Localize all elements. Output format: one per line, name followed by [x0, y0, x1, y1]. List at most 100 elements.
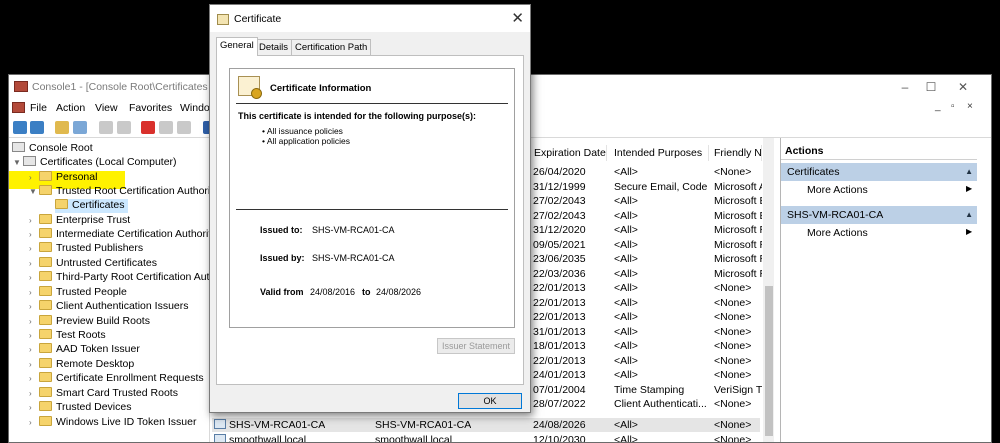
inner-restore-button[interactable]: ▫ [951, 101, 955, 112]
row-expiration[interactable]: 26/04/2020 [533, 166, 586, 180]
actions-section-certificates[interactable]: Certificates ▲ [781, 163, 977, 181]
tree-certificates-selected[interactable]: Certificates [55, 199, 128, 213]
up-folder-icon[interactable] [55, 121, 69, 134]
menu-window[interactable]: Windo [180, 102, 210, 114]
inner-close-button[interactable]: × [967, 101, 973, 112]
chevron-down-icon[interactable]: ▼ [29, 187, 39, 196]
tree-certificates-local-computer[interactable]: ▼ Certificates (Local Computer) [13, 156, 177, 170]
copy-icon[interactable] [99, 121, 113, 134]
chevron-right-icon[interactable]: › [29, 273, 39, 282]
column-header-expiration[interactable]: Expiration Date [530, 145, 607, 161]
back-arrow-icon[interactable] [13, 121, 27, 134]
tree-item[interactable]: › Trusted Devices [29, 401, 131, 415]
export-list-icon[interactable] [177, 121, 191, 134]
tab-details[interactable]: Details [255, 39, 293, 55]
tab-certification-path[interactable]: Certification Path [291, 39, 372, 55]
chevron-right-icon[interactable]: › [29, 345, 39, 354]
tree-item[interactable]: › Preview Build Roots [29, 315, 150, 329]
menu-action[interactable]: Action [56, 102, 85, 114]
row-purposes: <All> [614, 209, 638, 222]
issued-by-value: SHS-VM-RCA01-CA [312, 253, 395, 263]
row-purposes: <All> [614, 224, 638, 236]
chevron-right-icon[interactable]: › [29, 389, 39, 398]
chevron-right-icon[interactable]: › [29, 244, 39, 253]
tree-item[interactable]: › Certificate Enrollment Requests [29, 372, 204, 386]
menu-favorites[interactable]: Favorites [129, 102, 172, 114]
ok-button[interactable]: OK [458, 393, 522, 409]
chevron-right-icon[interactable]: › [29, 216, 39, 225]
row-expiration[interactable]: 18/01/2013 [533, 340, 586, 354]
tree-item[interactable]: › Trusted Publishers [29, 242, 143, 256]
tree-item[interactable]: › AAD Token Issuer [29, 343, 140, 357]
row-expiration[interactable]: 22/03/2036 [533, 268, 586, 282]
chevron-right-icon[interactable]: › [29, 374, 39, 383]
row-expiration[interactable]: 07/01/2004 [533, 384, 586, 398]
tree-item[interactable]: › Trusted People [29, 286, 127, 300]
chevron-right-icon[interactable]: › [29, 173, 39, 182]
tree-item[interactable]: › Intermediate Certification Authorit [29, 228, 209, 242]
tree-item[interactable]: › Client Authentication Issuers [29, 300, 189, 314]
chevron-down-icon[interactable]: ▼ [13, 158, 23, 167]
row-expiration[interactable]: 27/02/2043 [533, 195, 586, 209]
tree-item[interactable]: › Remote Desktop [29, 358, 134, 372]
chevron-right-icon[interactable]: › [29, 230, 39, 239]
tree-item[interactable]: › Smart Card Trusted Roots [29, 387, 178, 401]
menu-file[interactable]: File [30, 102, 47, 114]
row-expiration[interactable]: 31/01/2013 [533, 326, 586, 340]
collapse-triangle-icon[interactable]: ▲ [965, 210, 973, 219]
tree-item[interactable]: › Enterprise Trust [29, 214, 130, 228]
tree-item[interactable]: › Third-Party Root Certification Auth [29, 271, 209, 285]
issuer-statement-button[interactable]: Issuer Statement [437, 338, 515, 354]
column-header-purposes[interactable]: Intended Purposes [610, 145, 709, 161]
chevron-right-icon[interactable]: › [29, 331, 39, 340]
maximize-button[interactable]: ☐ [921, 79, 941, 95]
row-expiration[interactable]: 09/05/2021 [533, 239, 586, 253]
minimize-button[interactable]: – [895, 79, 915, 95]
row-issued-to[interactable]: SHS-VM-RCA01-CA [214, 419, 325, 433]
row-expiration[interactable]: 23/06/2035 [533, 253, 586, 267]
show-tree-icon[interactable] [73, 121, 87, 134]
actions-section-cert[interactable]: SHS-VM-RCA01-CA ▲ [781, 206, 977, 224]
row-expiration[interactable]: 22/01/2013 [533, 355, 586, 369]
tree-item[interactable]: › Untrusted Certificates [29, 257, 157, 271]
vertical-scrollbar[interactable] [763, 138, 774, 442]
tree-console-root[interactable]: Console Root [12, 142, 93, 156]
collapse-triangle-icon[interactable]: ▲ [965, 167, 973, 176]
close-button[interactable]: ✕ [953, 79, 973, 95]
row-expiration[interactable]: 22/01/2013 [533, 282, 586, 296]
tree-label: Personal [56, 171, 98, 183]
tab-general[interactable]: General [216, 37, 258, 56]
delete-icon[interactable] [141, 121, 155, 134]
column-header-friendly[interactable]: Friendly Na [710, 145, 762, 161]
row-expiration[interactable]: 31/12/1999 [533, 181, 586, 195]
more-actions-link[interactable]: More Actions ▶ [807, 184, 972, 196]
row-expiration[interactable]: 27/02/2043 [533, 210, 586, 224]
tree-trusted-root[interactable]: ▼ Trusted Root Certification Authorit [29, 185, 209, 199]
inner-minimize-button[interactable]: _ [935, 101, 941, 112]
chevron-right-icon[interactable]: › [29, 418, 39, 427]
properties-icon[interactable] [159, 121, 173, 134]
row-expiration[interactable]: 22/01/2013 [533, 311, 586, 325]
chevron-right-icon[interactable]: › [29, 302, 39, 311]
section-title: Certificates [787, 166, 840, 178]
forward-arrow-icon[interactable] [30, 121, 44, 134]
close-icon[interactable]: ✕ [511, 9, 524, 27]
menu-view[interactable]: View [95, 102, 118, 114]
row-expiration[interactable]: 24/01/2013 [533, 369, 586, 383]
tree-item[interactable]: › Windows Live ID Token Issuer [29, 416, 196, 430]
chevron-right-icon[interactable]: › [29, 288, 39, 297]
chevron-right-icon[interactable]: › [29, 403, 39, 412]
tree-personal[interactable]: › Personal [29, 171, 97, 185]
chevron-right-icon[interactable]: › [29, 317, 39, 326]
tree-item[interactable]: › Test Roots [29, 329, 106, 343]
row-issued-to[interactable]: smoothwall.local [214, 434, 306, 442]
paste-icon[interactable] [117, 121, 131, 134]
row-expiration[interactable]: 28/07/2022 [533, 398, 586, 412]
row-expiration[interactable]: 22/01/2013 [533, 297, 586, 311]
chevron-right-icon[interactable]: › [29, 360, 39, 369]
more-actions-link[interactable]: More Actions ▶ [807, 227, 972, 239]
row-expiration[interactable]: 31/12/2020 [533, 224, 586, 238]
submenu-arrow-icon: ▶ [966, 227, 973, 236]
chevron-right-icon[interactable]: › [29, 259, 39, 268]
scrollbar-thumb[interactable] [765, 286, 773, 436]
